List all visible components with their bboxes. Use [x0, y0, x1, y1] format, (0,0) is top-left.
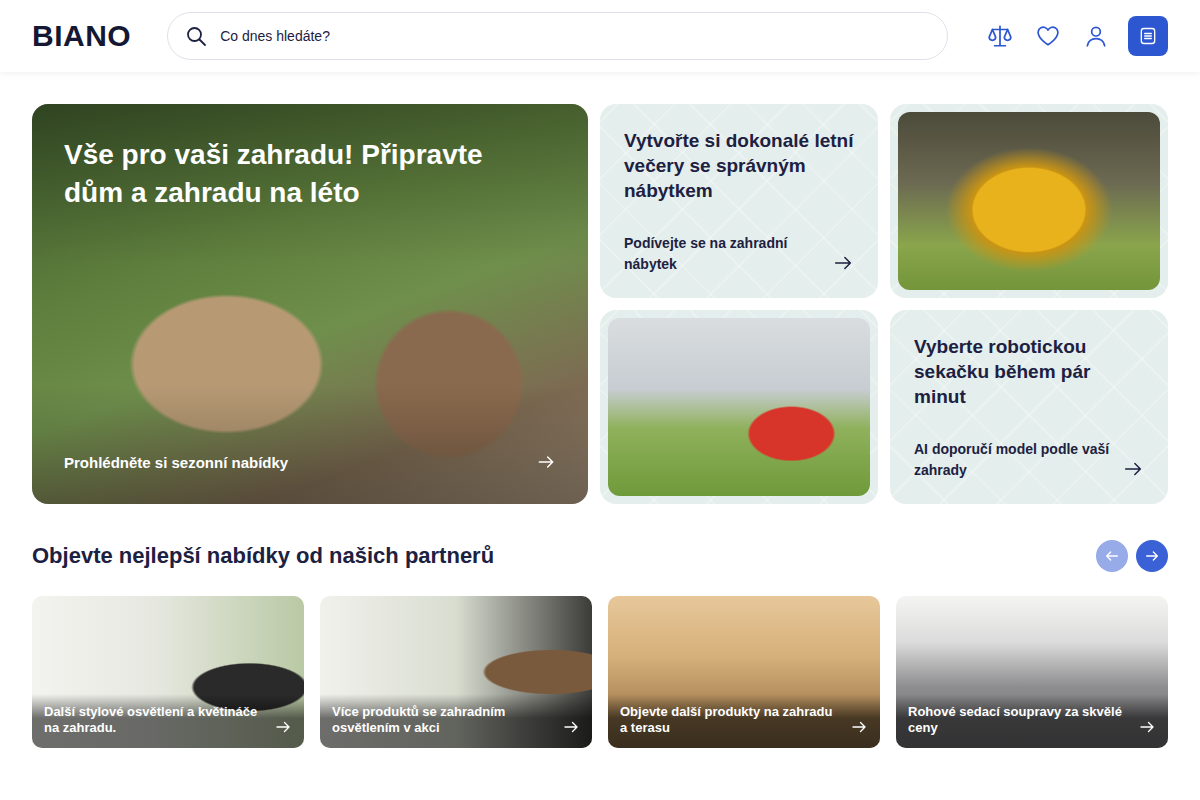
partner-card[interactable]: Rohové sedací soupravy za skvělé ceny — [896, 596, 1168, 748]
partner-carousel: Další stylové osvětlení a květináče na z… — [32, 596, 1168, 748]
card-caption[interactable]: Další stylové osvětlení a květináče na z… — [32, 694, 304, 749]
arrow-right-icon — [832, 252, 854, 274]
biano-logo[interactable]: BIANO — [32, 19, 131, 53]
tile-title: Vytvořte si dokonalé letní večery se spr… — [624, 128, 854, 203]
arrow-right-icon — [850, 718, 868, 736]
tile-title: Vyberte robotickou sekačku během pár min… — [914, 334, 1144, 409]
hero-link-text[interactable]: Prohlédněte si sezonní nabídky — [64, 454, 288, 471]
top-bar: BIANO — [0, 0, 1200, 72]
promo-tile[interactable]: Vyberte robotickou sekačku během pár min… — [890, 310, 1168, 504]
arrow-right-icon — [1138, 718, 1156, 736]
hero-title: Vše pro vaši zahradu! Připravte dům a za… — [64, 136, 494, 212]
tile-photo — [608, 318, 870, 496]
user-icon — [1083, 23, 1109, 49]
tile-link-text[interactable]: AI doporučí model podle vaší zahrady — [914, 439, 1112, 480]
tile-link[interactable]: Podívejte se na zahradní nábytek — [624, 233, 854, 274]
search-bar[interactable] — [167, 12, 948, 60]
arrow-right-icon — [562, 718, 580, 736]
prev-button — [1096, 540, 1128, 572]
carousel-nav — [1096, 540, 1168, 572]
compare-button[interactable] — [984, 20, 1016, 52]
hero-link[interactable]: Prohlédněte si sezonní nabídky — [64, 452, 556, 472]
partner-card[interactable]: Další stylové osvětlení a květináče na z… — [32, 596, 304, 748]
heart-icon — [1035, 23, 1061, 49]
card-caption[interactable]: Rohové sedací soupravy za skvělé ceny — [896, 694, 1168, 749]
partner-card[interactable]: Objevte další produkty na zahradu a tera… — [608, 596, 880, 748]
partner-card[interactable]: Více produktů se zahradním osvětlením v … — [320, 596, 592, 748]
arrow-right-icon — [1144, 548, 1160, 564]
hero-banner[interactable]: Vše pro vaši zahradu! Připravte dům a za… — [32, 104, 588, 504]
search-icon — [184, 24, 208, 48]
favorites-button[interactable] — [1032, 20, 1064, 52]
hero-grid: Vše pro vaši zahradu! Připravte dům a za… — [32, 104, 1168, 504]
header-actions — [984, 16, 1168, 56]
arrow-right-icon — [1122, 458, 1144, 480]
account-button[interactable] — [1080, 20, 1112, 52]
card-caption-text[interactable]: Objevte další produkty na zahradu a tera… — [620, 704, 842, 737]
tile-photo — [898, 112, 1160, 290]
page-content: Vše pro vaši zahradu! Připravte dům a za… — [0, 72, 1200, 748]
image-tile[interactable] — [890, 104, 1168, 298]
scales-icon — [987, 23, 1013, 49]
tile-link[interactable]: AI doporučí model podle vaší zahrady — [914, 439, 1144, 480]
partners-title: Objevte nejlepší nabídky od našich partn… — [32, 543, 494, 569]
card-caption[interactable]: Více produktů se zahradním osvětlením v … — [320, 694, 592, 749]
arrow-right-icon — [274, 718, 292, 736]
arrow-left-icon — [1104, 548, 1120, 564]
menu-button[interactable] — [1128, 16, 1168, 56]
card-caption-text[interactable]: Rohové sedací soupravy za skvělé ceny — [908, 704, 1130, 737]
card-caption[interactable]: Objevte další produkty na zahradu a tera… — [608, 694, 880, 749]
arrow-right-icon — [536, 452, 556, 472]
tile-link-text[interactable]: Podívejte se na zahradní nábytek — [624, 233, 822, 274]
hamburger-icon — [1138, 26, 1158, 46]
next-button[interactable] — [1136, 540, 1168, 572]
card-caption-text[interactable]: Více produktů se zahradním osvětlením v … — [332, 704, 554, 737]
image-tile[interactable] — [600, 310, 878, 504]
promo-tile[interactable]: Vytvořte si dokonalé letní večery se spr… — [600, 104, 878, 298]
partners-header: Objevte nejlepší nabídky od našich partn… — [32, 540, 1168, 572]
card-caption-text[interactable]: Další stylové osvětlení a květináče na z… — [44, 704, 266, 737]
search-input[interactable] — [218, 27, 931, 45]
